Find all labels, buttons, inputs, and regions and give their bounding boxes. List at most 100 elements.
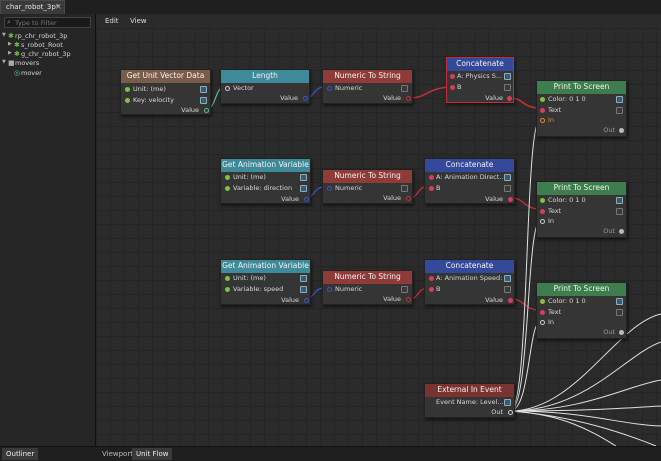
tree-item-movers[interactable]: ▼ ■movers: [2, 59, 39, 68]
input-a[interactable]: A: Animation Speed:: [425, 274, 514, 283]
output-value[interactable]: Value: [425, 296, 514, 305]
input-variable[interactable]: Variable: direction: [221, 184, 310, 193]
node-concatenate[interactable]: Concatenate A: Animation Direct... B Val…: [424, 158, 515, 204]
output-pin[interactable]: [406, 196, 411, 201]
tree-item-mover[interactable]: ◎mover: [14, 69, 42, 78]
output-value[interactable]: Value: [221, 296, 310, 305]
input-color[interactable]: Color: 0 1 0: [537, 196, 626, 205]
input-pin[interactable]: [450, 85, 455, 90]
input-in[interactable]: In: [537, 318, 626, 327]
input-pin[interactable]: [429, 186, 434, 191]
output-pin[interactable]: [508, 197, 513, 202]
node-print-to-screen[interactable]: Print To Screen Color: 0 1 0 Text In Out: [536, 181, 627, 238]
output-pin[interactable]: [304, 197, 309, 202]
pencil-edit-icon[interactable]: [300, 174, 307, 181]
output-pin[interactable]: [508, 410, 513, 415]
input-color[interactable]: Color: 0 1 0: [537, 297, 626, 306]
pencil-edit-icon[interactable]: [504, 399, 511, 406]
pencil-edit-icon[interactable]: [504, 73, 511, 80]
output-out[interactable]: Out: [537, 227, 626, 236]
node-concatenate[interactable]: Concatenate A: Animation Speed: B Value: [424, 259, 515, 305]
node-external-in-event[interactable]: External In Event Event Name: Level... O…: [424, 383, 515, 418]
document-tab[interactable]: char_robot_3p* ×: [0, 0, 65, 14]
input-b[interactable]: B: [447, 83, 513, 92]
pencil-edit-icon[interactable]: [504, 185, 511, 192]
input-pin[interactable]: [125, 87, 130, 92]
node-print-to-screen[interactable]: Print To Screen Color: 0 1 0 Text In Out: [536, 80, 627, 137]
pencil-edit-icon[interactable]: [200, 86, 207, 93]
output-pin[interactable]: [507, 96, 512, 101]
input-numeric[interactable]: Numeric: [323, 184, 412, 193]
pencil-edit-icon[interactable]: [616, 96, 623, 103]
pencil-edit-icon[interactable]: [401, 185, 408, 192]
input-unit[interactable]: Unit: (me): [221, 274, 310, 283]
input-pin[interactable]: [327, 287, 332, 292]
input-color[interactable]: Color: 0 1 0: [537, 95, 626, 104]
pencil-edit-icon[interactable]: [504, 84, 511, 91]
pencil-edit-icon[interactable]: [504, 275, 511, 282]
input-pin[interactable]: [540, 320, 545, 325]
close-icon[interactable]: ×: [55, 2, 62, 11]
filter-box[interactable]: ⌕: [4, 17, 91, 28]
input-pin[interactable]: [327, 86, 332, 91]
pencil-edit-icon[interactable]: [616, 107, 623, 114]
tree-item-s-robot-root[interactable]: ▶ ✱s_robot_Root: [8, 41, 63, 50]
pencil-edit-icon[interactable]: [200, 97, 207, 104]
input-pin[interactable]: [225, 175, 230, 180]
output-pin[interactable]: [204, 108, 209, 113]
output-value[interactable]: Value: [447, 94, 513, 103]
filter-input[interactable]: [15, 18, 89, 27]
input-text[interactable]: Text: [537, 106, 626, 115]
input-b[interactable]: B: [425, 285, 514, 294]
tree-item-rp-chr-robot[interactable]: ▼ ✱rp_chr_robot_3p: [2, 32, 67, 41]
output-out[interactable]: Out: [425, 408, 514, 417]
input-unit[interactable]: Unit: (me): [121, 85, 210, 94]
input-pin[interactable]: [540, 97, 545, 102]
input-pin[interactable]: [540, 209, 545, 214]
pencil-edit-icon[interactable]: [616, 298, 623, 305]
output-value[interactable]: Value: [221, 94, 309, 103]
input-text[interactable]: Text: [537, 207, 626, 216]
input-pin[interactable]: [125, 98, 130, 103]
input-key[interactable]: Key: velocity: [121, 96, 210, 105]
input-pin[interactable]: [429, 276, 434, 281]
input-pin[interactable]: [540, 108, 545, 113]
pencil-edit-icon[interactable]: [616, 208, 623, 215]
node-numeric-to-string[interactable]: Numeric To String Numeric Value: [322, 69, 413, 104]
input-pin[interactable]: [540, 310, 545, 315]
input-variable[interactable]: Variable: speed: [221, 285, 310, 294]
input-pin[interactable]: [540, 219, 545, 224]
pencil-edit-icon[interactable]: [504, 286, 511, 293]
output-pin[interactable]: [304, 298, 309, 303]
input-a[interactable]: A: Animation Direct...: [425, 173, 514, 182]
input-numeric[interactable]: Numeric: [323, 84, 412, 93]
pencil-edit-icon[interactable]: [401, 286, 408, 293]
input-unit[interactable]: Unit: (me): [221, 173, 310, 182]
node-concatenate[interactable]: Concatenate A: Physics S... B Value: [446, 57, 514, 103]
input-in[interactable]: In: [537, 217, 626, 226]
output-value[interactable]: Value: [323, 194, 412, 203]
input-vector[interactable]: Vector: [221, 84, 309, 93]
node-get-animation-variable[interactable]: Get Animation Variable Unit: (me) Variab…: [220, 259, 311, 305]
input-pin[interactable]: [225, 86, 230, 91]
input-pin[interactable]: [225, 287, 230, 292]
output-pin[interactable]: [619, 229, 624, 234]
input-pin[interactable]: [429, 175, 434, 180]
input-pin[interactable]: [225, 186, 230, 191]
output-out[interactable]: Out: [537, 328, 626, 337]
output-value[interactable]: Value: [121, 106, 210, 115]
pencil-edit-icon[interactable]: [504, 174, 511, 181]
pencil-edit-icon[interactable]: [300, 275, 307, 282]
input-numeric[interactable]: Numeric: [323, 285, 412, 294]
output-pin[interactable]: [508, 298, 513, 303]
unit-flow-canvas[interactable]: Edit View Get Unit Vector Data Unit: (me…: [96, 14, 661, 446]
output-value[interactable]: Value: [221, 195, 310, 204]
output-pin[interactable]: [303, 96, 308, 101]
input-pin[interactable]: [540, 198, 545, 203]
tree-item-g-chr-robot[interactable]: ▶ ✱g_chr_robot_3p: [8, 50, 71, 59]
node-get-unit-vector-data[interactable]: Get Unit Vector Data Unit: (me) Key: vel…: [120, 69, 211, 115]
input-in[interactable]: In: [537, 116, 626, 125]
tab-unit-flow[interactable]: Unit Flow: [132, 448, 173, 460]
output-pin[interactable]: [619, 128, 624, 133]
input-pin[interactable]: [540, 118, 545, 123]
